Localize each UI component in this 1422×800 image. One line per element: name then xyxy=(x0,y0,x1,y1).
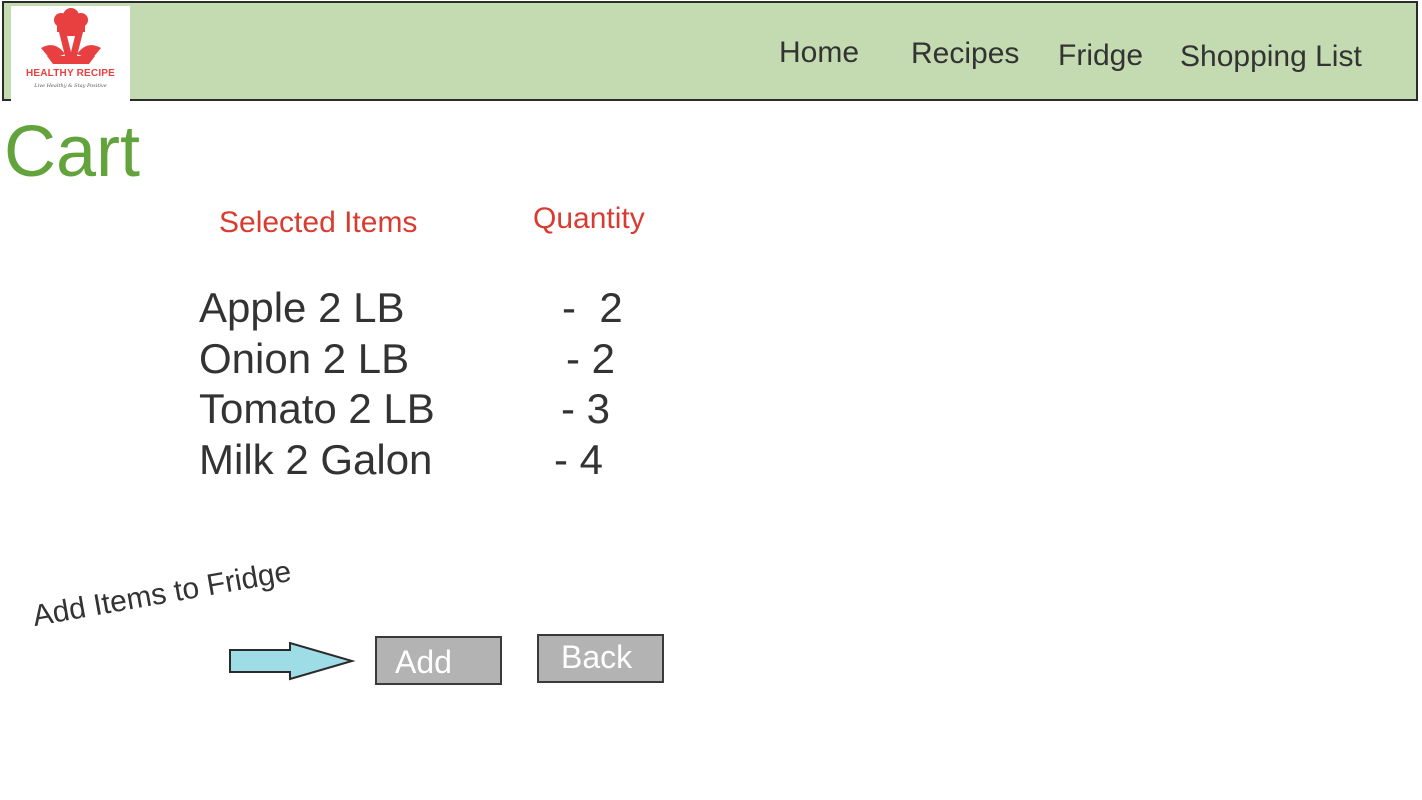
back-button-label: Back xyxy=(561,639,633,675)
top-navbar: HEALTHY RECIPE Live Healthy & Stay Posit… xyxy=(2,1,1418,101)
cart-item-name: Tomato 2 LB xyxy=(199,385,435,432)
cart-item-name: Milk 2 Galon xyxy=(199,436,433,483)
logo-title: HEALTHY RECIPE xyxy=(25,68,116,79)
cart-item-name: Onion 2 LB xyxy=(199,335,410,382)
logo-tagline: Live Healthy & Stay Positive xyxy=(34,83,107,89)
cart-item-quantity: - 2 xyxy=(566,335,616,382)
cart-item-quantity: - 4 xyxy=(554,436,604,483)
cart-item-quantity: - 2 xyxy=(562,284,623,331)
cart-item-quantity: - 3 xyxy=(561,385,611,432)
nav-shopping-list-link[interactable]: Shopping List xyxy=(1180,40,1362,74)
quantity-header: Quantity xyxy=(533,202,645,235)
add-button-label: Add xyxy=(395,644,452,680)
cart-page: HEALTHY RECIPE Live Healthy & Stay Posit… xyxy=(0,0,1422,800)
back-button[interactable]: Back xyxy=(537,634,664,683)
selected-items-header: Selected Items xyxy=(219,206,418,239)
page-title: Cart xyxy=(4,112,141,192)
nav-recipes-link[interactable]: Recipes xyxy=(911,37,1019,71)
nav-fridge-link[interactable]: Fridge xyxy=(1058,39,1143,73)
chef-hat-icon xyxy=(41,8,101,64)
add-items-annotation: Add Items to Fridge xyxy=(30,555,294,634)
nav-home-link[interactable]: Home xyxy=(779,36,859,70)
right-arrow-icon xyxy=(229,642,356,681)
add-button[interactable]: Add xyxy=(375,636,502,685)
healthy-recipe-logo[interactable]: HEALTHY RECIPE Live Healthy & Stay Posit… xyxy=(11,6,130,101)
cart-item-name: Apple 2 LB xyxy=(199,284,405,331)
